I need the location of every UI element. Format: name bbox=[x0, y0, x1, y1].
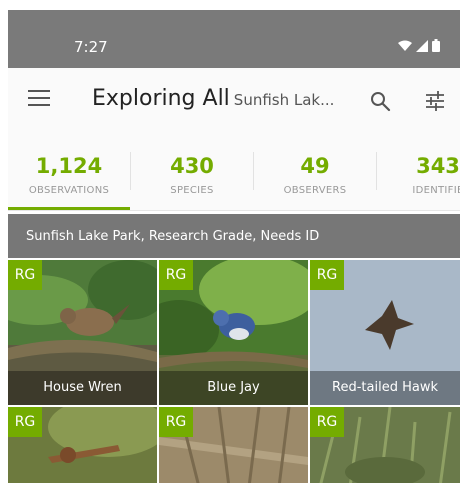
observation-name: Red-tailed Hawk bbox=[310, 371, 460, 405]
observers-label: OBSERVERS bbox=[283, 185, 347, 196]
observation-tile[interactable]: RG Red-tailed Hawk bbox=[310, 260, 460, 405]
identifiers-label: IDENTIFIE bbox=[412, 185, 460, 196]
battery-icon bbox=[432, 39, 440, 52]
filter-sliders-icon[interactable] bbox=[424, 90, 446, 112]
filter-banner[interactable]: Sunfish Lake Park, Research Grade, Needs… bbox=[8, 214, 460, 258]
observation-tile[interactable]: RG Blue Jay bbox=[159, 260, 308, 405]
signal-icon bbox=[416, 39, 428, 52]
observations-label: OBSERVATIONS bbox=[28, 185, 110, 196]
research-grade-badge: RG bbox=[8, 260, 42, 290]
menu-icon[interactable] bbox=[28, 90, 50, 108]
observers-count: 49 bbox=[300, 154, 330, 178]
research-grade-badge: RG bbox=[310, 407, 344, 437]
app-bar: Exploring All Sunfish Lak... bbox=[8, 68, 460, 132]
identifiers-count: 343 bbox=[416, 154, 460, 178]
search-icon[interactable] bbox=[369, 90, 391, 112]
status-icons bbox=[398, 39, 440, 52]
status-bar: 7:27 bbox=[8, 10, 460, 68]
research-grade-badge: RG bbox=[8, 407, 42, 437]
research-grade-badge: RG bbox=[310, 260, 344, 290]
stats-tabs: 1,124 OBSERVATIONS 430 SPECIES 49 OBSERV… bbox=[8, 132, 460, 211]
observation-tile[interactable]: RG bbox=[310, 407, 460, 483]
status-time: 7:27 bbox=[74, 38, 108, 56]
tab-observers[interactable]: 49 OBSERVERS bbox=[254, 132, 376, 210]
title-main: Exploring All bbox=[92, 86, 230, 111]
research-grade-badge: RG bbox=[159, 407, 193, 437]
observation-tile[interactable]: RG bbox=[159, 407, 308, 483]
observation-tile[interactable]: RG bbox=[8, 407, 157, 483]
species-label: SPECIES bbox=[170, 185, 214, 196]
tab-identifiers[interactable]: 343 IDENTIFIE bbox=[377, 132, 460, 210]
observations-count: 1,124 bbox=[35, 154, 103, 178]
tab-observations[interactable]: 1,124 OBSERVATIONS bbox=[8, 132, 130, 210]
phone-screen: 7:27 Exploring All Sunfish Lak... 1,124 … bbox=[8, 10, 460, 483]
filter-banner-text: Sunfish Lake Park, Research Grade, Needs… bbox=[26, 229, 320, 244]
wifi-icon bbox=[398, 40, 412, 51]
observation-tile[interactable]: RG House Wren bbox=[8, 260, 157, 405]
species-count: 430 bbox=[170, 154, 214, 178]
research-grade-badge: RG bbox=[159, 260, 193, 290]
page-title[interactable]: Exploring All Sunfish Lak... bbox=[92, 86, 362, 111]
observation-name: Blue Jay bbox=[159, 371, 308, 405]
observation-name: House Wren bbox=[8, 371, 157, 405]
tab-species[interactable]: 430 SPECIES bbox=[131, 132, 253, 210]
title-location: Sunfish Lak... bbox=[233, 91, 335, 109]
